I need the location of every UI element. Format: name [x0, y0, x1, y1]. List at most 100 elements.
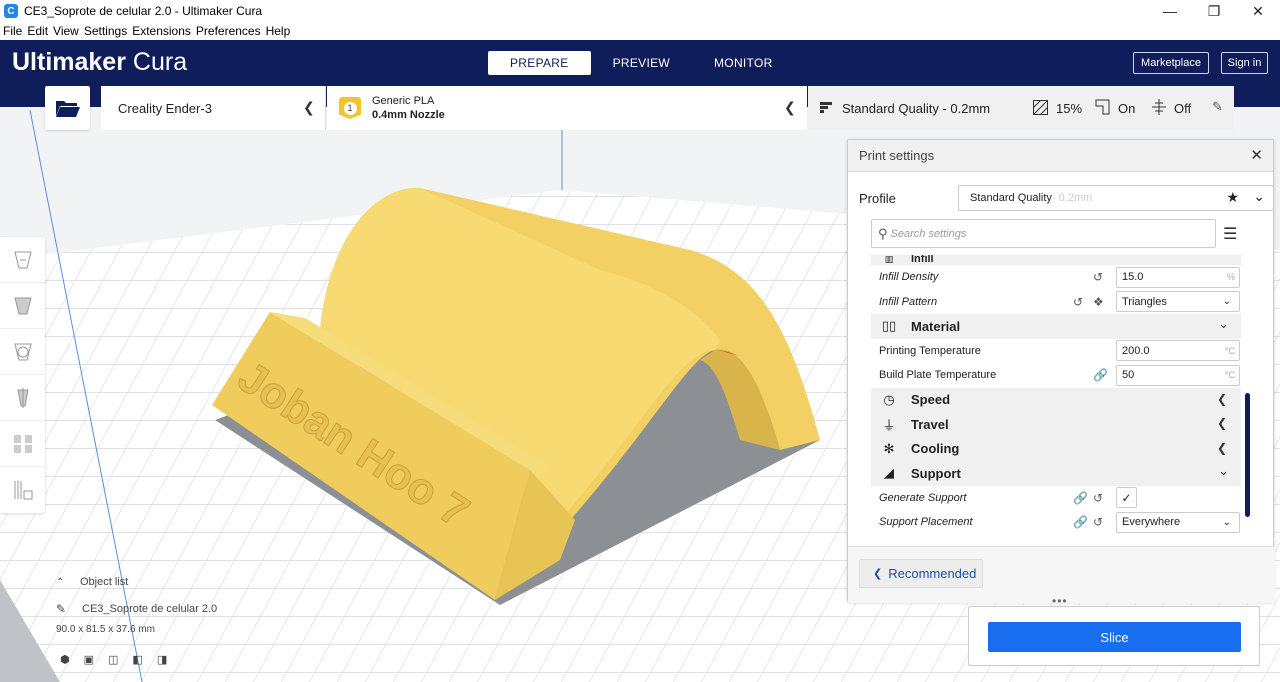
recommended-button[interactable]: ❮ Recommended: [859, 559, 983, 588]
top-view-icon[interactable]: ◫: [108, 653, 118, 666]
link-icon[interactable]: 🔗: [1093, 368, 1108, 382]
category-label: Speed: [911, 392, 951, 408]
menu-settings[interactable]: Settings: [84, 24, 127, 38]
reset-icon[interactable]: ↺: [1093, 515, 1103, 529]
chevron-down-icon: ⌄: [1222, 516, 1231, 528]
printing-temperature-field[interactable]: 200.0 °C: [1116, 340, 1240, 362]
field-value: Triangles: [1122, 295, 1167, 308]
object-name-row[interactable]: ✎ CE3_Soprote de celular 2.0: [56, 599, 316, 619]
material-category-icon: ▯▯: [881, 318, 897, 334]
object-dimensions: 90.0 x 81.5 x 37.6 mm: [56, 623, 155, 635]
support-icon: [1095, 99, 1110, 118]
chevron-left-icon: ❮: [784, 99, 796, 115]
left-tool-panel: [0, 237, 45, 513]
recommended-label: Recommended: [888, 566, 977, 581]
build-plate-temperature-field[interactable]: 50 °C: [1116, 364, 1240, 386]
scale-icon: [13, 297, 32, 314]
minimize-button[interactable]: —: [1148, 0, 1192, 22]
close-icon[interactable]: ✕: [1250, 146, 1263, 164]
mirror-icon: [16, 387, 29, 408]
reset-icon[interactable]: ↺: [1073, 295, 1083, 309]
link-icon[interactable]: 🔗: [1073, 491, 1088, 505]
chevron-left-icon: ❮: [1216, 391, 1227, 406]
settings-scrollbar[interactable]: [1245, 393, 1250, 517]
setting-support-placement: Support Placement 🔗 ↺ Everywhere ⌄: [871, 510, 1241, 535]
infill-density-field[interactable]: 15.0 %: [1116, 266, 1240, 288]
reset-icon[interactable]: ↺: [1093, 491, 1103, 505]
category-infill-partial[interactable]: ▥ Infill: [871, 255, 1241, 265]
machine-selector[interactable]: Creality Ender-3 ❮: [101, 86, 326, 130]
menu-file[interactable]: File: [3, 24, 22, 38]
menu-help[interactable]: Help: [266, 24, 291, 38]
sign-in-button[interactable]: Sign in: [1221, 52, 1268, 74]
menu-view[interactable]: View: [53, 24, 79, 38]
settings-menu-icon[interactable]: ☰: [1223, 224, 1237, 244]
3d-view-icon[interactable]: ⬢: [60, 653, 70, 666]
search-settings-input[interactable]: ⚲ Search settings: [871, 219, 1216, 248]
open-file-button[interactable]: [45, 86, 90, 130]
material-selector[interactable]: 1 Generic PLA 0.4mm Nozzle ❮: [327, 86, 807, 130]
profile-value: Standard Quality: [970, 192, 1052, 204]
reset-icon[interactable]: ↺: [1093, 270, 1103, 284]
chevron-up-icon: ⌃: [56, 576, 65, 588]
info-icon[interactable]: ❖: [1093, 295, 1104, 309]
field-value: 200.0: [1122, 344, 1150, 357]
front-view-icon[interactable]: ▣: [84, 653, 94, 666]
field-value: 15.0: [1122, 271, 1144, 284]
menu-extensions[interactable]: Extensions: [132, 24, 191, 38]
support-blocker-button[interactable]: [0, 467, 45, 513]
chevron-down-icon: ⌄: [1218, 463, 1229, 478]
menu-edit[interactable]: Edit: [27, 24, 48, 38]
right-view-icon[interactable]: ◨: [157, 653, 167, 666]
infill-icon: [1032, 99, 1049, 118]
slice-button[interactable]: Slice: [988, 622, 1241, 652]
object-list-toggle[interactable]: ⌃ Object list: [56, 572, 316, 592]
setting-label: Generate Support: [879, 491, 967, 504]
folder-open-icon: [55, 101, 80, 117]
restore-button[interactable]: ❐: [1192, 0, 1236, 22]
tab-prepare[interactable]: PREPARE: [488, 51, 591, 75]
category-cooling[interactable]: ✻ Cooling ❮: [871, 436, 1241, 461]
rotate-tool-button[interactable]: [0, 329, 45, 375]
support-placement-dropdown[interactable]: Everywhere ⌄: [1116, 511, 1240, 533]
setting-infill-pattern: Infill Pattern ↺ ❖ Triangles ⌄: [871, 290, 1241, 315]
star-icon[interactable]: ★: [1226, 189, 1239, 206]
marketplace-button[interactable]: Marketplace: [1133, 52, 1209, 74]
profile-dropdown[interactable]: Standard Quality - 0.2mm ★ ⌄: [958, 185, 1274, 211]
quality-label: Standard Quality - 0.2mm: [842, 100, 991, 116]
generate-support-checkbox[interactable]: ✓: [1116, 487, 1137, 509]
tab-preview[interactable]: PREVIEW: [591, 51, 692, 75]
logo-light: Cura: [132, 48, 188, 76]
category-speed[interactable]: ◷ Speed ❮: [871, 387, 1241, 412]
object-list-header: Object list: [80, 576, 129, 588]
print-setup-selector[interactable]: Standard Quality - 0.2mm 15% On Off ✎: [808, 86, 1234, 130]
chevron-left-icon: ❮: [303, 99, 315, 115]
menu-preferences[interactable]: Preferences: [196, 24, 261, 38]
link-icon[interactable]: 🔗: [1073, 515, 1088, 529]
infill-category-icon: ▥: [884, 255, 894, 264]
close-window-button[interactable]: ✕: [1236, 0, 1280, 22]
move-tool-button[interactable]: [0, 237, 45, 283]
chevron-down-icon: ⌄: [1218, 316, 1229, 331]
adhesion-icon: [1152, 99, 1166, 118]
category-travel[interactable]: ⏚ Travel ❮: [871, 412, 1241, 437]
setting-label: Printing Temperature: [879, 344, 981, 357]
window-titlebar: C CE3_Soprote de celular 2.0 - Ultimaker…: [0, 0, 1280, 22]
travel-icon: ⏚: [882, 417, 896, 433]
left-view-icon[interactable]: ◧: [132, 653, 142, 666]
view-orientation-buttons: ⬢ ▣ ◫ ◧ ◨: [56, 649, 316, 669]
field-value: 50: [1122, 369, 1135, 382]
category-material[interactable]: ▯▯ Material ⌄: [871, 314, 1241, 339]
print-settings-header: Print settings ✕: [848, 140, 1273, 172]
tab-monitor[interactable]: MONITOR: [692, 51, 795, 75]
per-model-settings-button[interactable]: [0, 421, 45, 467]
object-name: CE3_Soprote de celular 2.0: [82, 603, 218, 615]
infill-pattern-dropdown[interactable]: Triangles ⌄: [1116, 291, 1240, 313]
category-support[interactable]: ◢ Support ⌄: [871, 461, 1241, 486]
chevron-down-icon: ⌄: [1222, 296, 1231, 308]
mirror-tool-button[interactable]: [0, 375, 45, 421]
nozzle-size: 0.4mm Nozzle: [372, 109, 445, 121]
scale-tool-button[interactable]: [0, 283, 45, 329]
print-settings-panel: Print settings ✕ Profile Standard Qualit…: [847, 139, 1275, 603]
category-label: Material: [911, 318, 961, 334]
